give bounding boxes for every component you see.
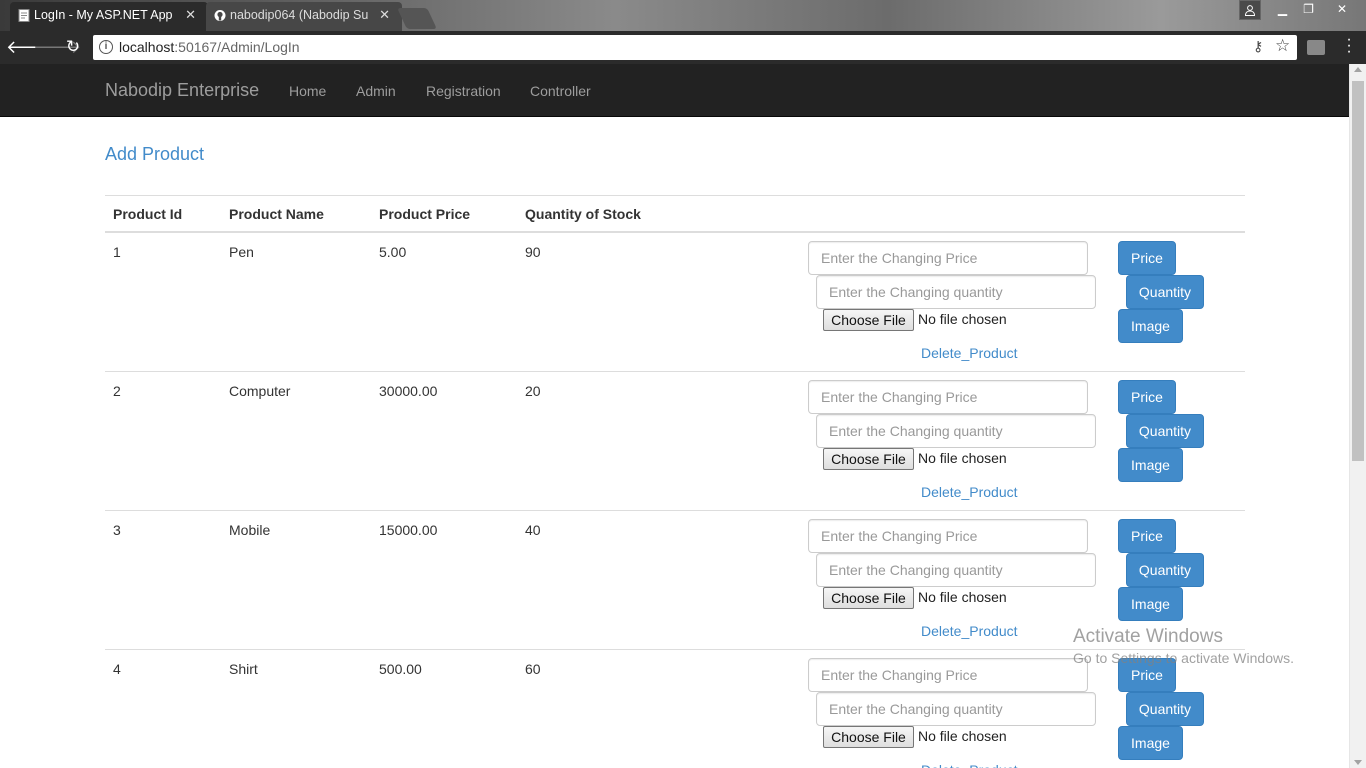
delete-product-link[interactable]: Delete_Product xyxy=(921,484,1018,500)
star-icon[interactable]: ☆ xyxy=(1275,36,1290,56)
cell-product-name: Mobile xyxy=(229,522,271,538)
page-viewport: Nabodip Enterprise Home Admin Registrati… xyxy=(0,64,1366,768)
window-close-icon[interactable]: ✕ xyxy=(1322,0,1362,20)
minimize-icon[interactable]: ▁ xyxy=(1270,0,1295,20)
table-header: Product Id Product Name Product Price Qu… xyxy=(105,195,1245,233)
cell-product-id: 4 xyxy=(113,661,121,677)
close-icon[interactable]: ✕ xyxy=(379,2,390,28)
update-image-button[interactable]: Image xyxy=(1118,726,1183,760)
update-price-button[interactable]: Price xyxy=(1118,658,1176,692)
github-icon xyxy=(214,10,226,21)
change-price-input[interactable] xyxy=(808,519,1088,553)
update-price-button[interactable]: Price xyxy=(1118,519,1176,553)
browser-tabstrip: LogIn - My ASP.NET App ✕ nabodip064 (Nab… xyxy=(0,0,1366,31)
cell-product-name: Shirt xyxy=(229,661,258,677)
change-quantity-input[interactable] xyxy=(816,275,1096,309)
key-icon[interactable]: ⚷ xyxy=(1253,38,1263,55)
scroll-down-icon[interactable] xyxy=(1354,760,1362,765)
update-image-button[interactable]: Image xyxy=(1118,587,1183,621)
info-icon[interactable]: i xyxy=(99,40,113,54)
table-row: 2 Computer 30000.00 20 Choose FileNo file ch… xyxy=(105,372,1245,511)
page-icon xyxy=(18,9,30,22)
browser-tab-inactive[interactable]: nabodip064 (Nabodip Su ✕ xyxy=(206,2,402,31)
cell-product-price: 30000.00 xyxy=(379,383,438,399)
table-row: 3 Mobile 15000.00 40 Choose FileNo file chos… xyxy=(105,511,1245,650)
vertical-scrollbar[interactable] xyxy=(1349,64,1366,768)
site-navbar: Nabodip Enterprise Home Admin Registrati… xyxy=(0,64,1349,117)
update-quantity-button[interactable]: Quantity xyxy=(1126,275,1204,309)
address-bar[interactable]: i localhost:50167/Admin/LogIn ⚷ ☆ xyxy=(93,35,1297,60)
header-product-price: Product Price xyxy=(379,206,471,222)
update-quantity-button[interactable]: Quantity xyxy=(1126,692,1204,726)
menu-dots-icon[interactable]: · · · xyxy=(1343,32,1355,60)
tab-title: nabodip064 (Nabodip Su xyxy=(230,8,368,22)
site-brand[interactable]: Nabodip Enterprise xyxy=(105,80,259,101)
no-file-chosen-text: No file chosen xyxy=(918,589,1007,605)
scroll-up-icon[interactable] xyxy=(1354,67,1362,72)
no-file-chosen-text: No file chosen xyxy=(918,728,1007,744)
back-arrow-icon[interactable]: 🡐 xyxy=(6,36,54,60)
cell-product-id: 1 xyxy=(113,244,121,260)
scrollbar-thumb[interactable] xyxy=(1352,81,1364,461)
cell-product-id: 3 xyxy=(113,522,121,538)
reload-icon[interactable]: ↻ xyxy=(61,36,85,60)
cell-product-price: 500.00 xyxy=(379,661,422,677)
nav-link-admin[interactable]: Admin xyxy=(356,83,396,99)
table-body: 1Pen5.0090Choose FileNo file chosenDelet… xyxy=(105,233,1245,768)
browser-tab-active[interactable]: LogIn - My ASP.NET App ✕ xyxy=(10,2,208,31)
cell-quantity: 20 xyxy=(525,383,541,399)
url-text[interactable]: localhost:50167/Admin/LogIn xyxy=(119,39,300,55)
new-tab-button[interactable] xyxy=(397,8,437,29)
update-image-button[interactable]: Image xyxy=(1118,448,1183,482)
update-price-button[interactable]: Price xyxy=(1118,241,1176,275)
header-product-id: Product Id xyxy=(113,206,183,222)
change-price-input[interactable] xyxy=(808,380,1088,414)
forward-arrow-icon[interactable]: 🡒 xyxy=(33,36,81,60)
cell-quantity: 60 xyxy=(525,661,541,677)
nav-link-registration[interactable]: Registration xyxy=(426,83,501,99)
update-price-button[interactable]: Price xyxy=(1118,380,1176,414)
change-quantity-input[interactable] xyxy=(816,692,1096,726)
change-quantity-input[interactable] xyxy=(816,414,1096,448)
delete-product-link[interactable]: Delete_Product xyxy=(921,623,1018,639)
nav-link-home[interactable]: Home xyxy=(289,83,326,99)
user-icon[interactable] xyxy=(1239,0,1261,20)
update-quantity-button[interactable]: Quantity xyxy=(1126,553,1204,587)
header-product-name: Product Name xyxy=(229,206,324,222)
no-file-chosen-text: No file chosen xyxy=(918,450,1007,466)
table-row: 1 Pen 5.00 90 Choose FileNo file chosen Delet… xyxy=(105,233,1245,372)
choose-file-button[interactable]: Choose File xyxy=(823,726,914,748)
products-table: Product Id Product Name Product Price Qu… xyxy=(105,195,1245,768)
cell-product-price: 15000.00 xyxy=(379,522,438,538)
extension-icon[interactable] xyxy=(1307,40,1325,55)
update-quantity-button[interactable]: Quantity xyxy=(1126,414,1204,448)
cell-product-id: 2 xyxy=(113,383,121,399)
cell-quantity: 40 xyxy=(525,522,541,538)
close-icon[interactable]: ✕ xyxy=(185,2,196,28)
update-image-button[interactable]: Image xyxy=(1118,309,1183,343)
cell-product-name: Computer xyxy=(229,383,291,399)
browser-toolbar: 🡐 🡒 ↻ i localhost:50167/Admin/LogIn ⚷ ☆ … xyxy=(0,31,1366,64)
choose-file-button[interactable]: Choose File xyxy=(823,587,914,609)
delete-product-link[interactable]: Delete_Product xyxy=(921,762,1018,768)
restore-icon[interactable]: ❐ xyxy=(1296,0,1321,20)
change-price-input[interactable] xyxy=(808,241,1088,275)
add-product-link[interactable]: Add Product xyxy=(105,144,204,165)
nav-link-controller[interactable]: Controller xyxy=(530,83,591,99)
delete-product-link[interactable]: Delete_Product xyxy=(921,345,1018,361)
cell-quantity: 90 xyxy=(525,244,541,260)
tab-title: LogIn - My ASP.NET App xyxy=(34,8,172,22)
change-quantity-input[interactable] xyxy=(816,553,1096,587)
header-quantity-of-stock: Quantity of Stock xyxy=(525,206,641,222)
change-price-input[interactable] xyxy=(808,658,1088,692)
no-file-chosen-text: No file chosen xyxy=(918,311,1007,327)
choose-file-button[interactable]: Choose File xyxy=(823,448,914,470)
cell-product-price: 5.00 xyxy=(379,244,407,260)
cell-product-name: Pen xyxy=(229,244,254,260)
table-row: 4 Shirt 500.00 60 Choose FileNo file chosen D… xyxy=(105,650,1245,768)
choose-file-button[interactable]: Choose File xyxy=(823,309,914,331)
